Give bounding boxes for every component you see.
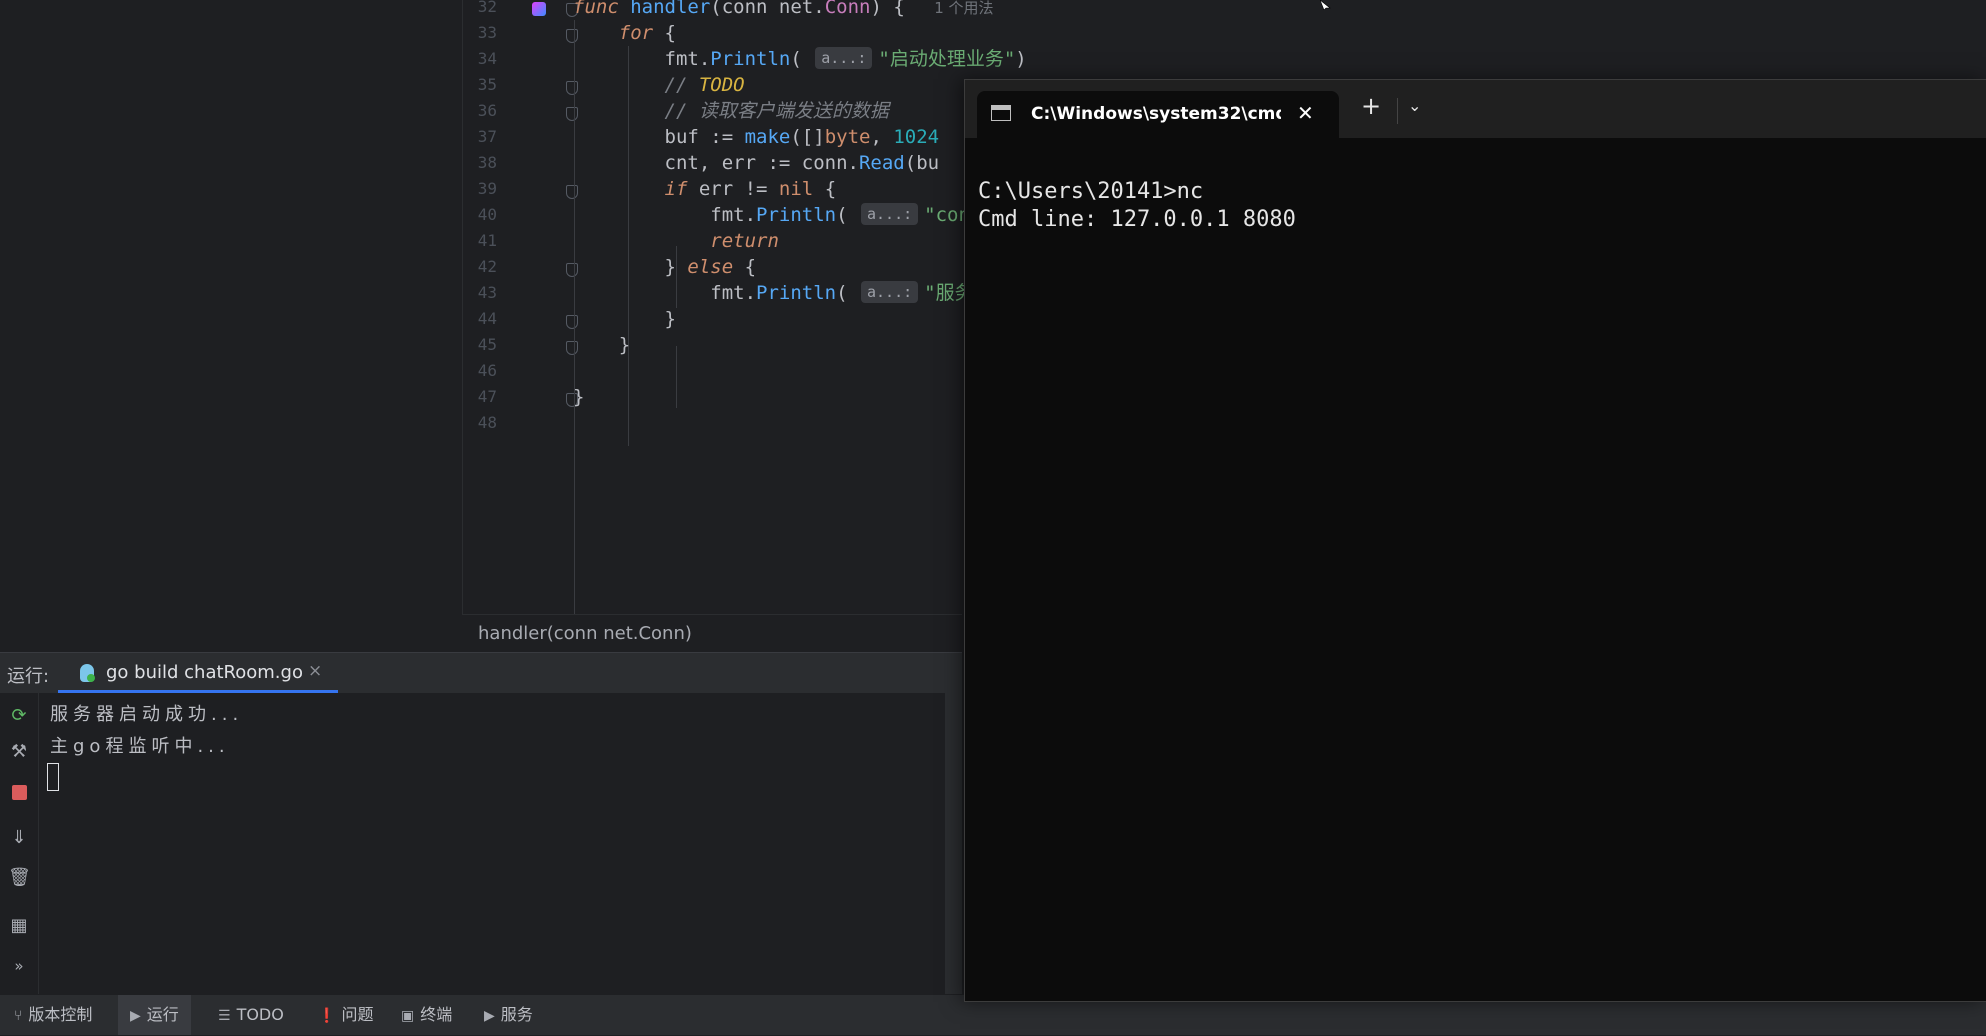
close-icon[interactable]: ✕ bbox=[1297, 101, 1314, 125]
console-line: 主go程监听中... bbox=[50, 736, 230, 757]
chevron-down-icon[interactable]: ⌄ bbox=[1408, 96, 1421, 115]
tool-problems[interactable]: ❗ 问题 bbox=[318, 995, 373, 1035]
cmd-icon bbox=[991, 105, 1011, 121]
scroll-to-end-icon[interactable]: ⇓ bbox=[8, 827, 30, 849]
terminal-output[interactable]: C:\Users\20141>nc Cmd line: 127.0.0.1 80… bbox=[978, 178, 1296, 234]
tool-services-label: 服务 bbox=[500, 1005, 533, 1024]
todo-icon: ☰ bbox=[218, 1008, 231, 1024]
panel-scrollbar[interactable] bbox=[945, 693, 962, 995]
run-toolbar: ⟳ ⚒ ⇓ 🗑 ▦ » bbox=[0, 693, 39, 995]
cmd-tab[interactable]: C:\Windows\system32\cmd.e: ✕ bbox=[977, 91, 1339, 138]
line-number: 41 bbox=[477, 231, 497, 250]
line-number: 42 bbox=[477, 257, 497, 276]
tool-terminal-label: 终端 bbox=[420, 1005, 453, 1024]
terminal-line: C:\Users\20141>nc bbox=[978, 179, 1204, 204]
run-panel: 运行: go build chatRoom.go × ⟳ ⚒ ⇓ 🗑 ▦ » 服… bbox=[0, 652, 962, 995]
run-panel-header: 运行: go build chatRoom.go × bbox=[0, 653, 962, 693]
layout-icon[interactable]: ▦ bbox=[8, 915, 30, 937]
project-area bbox=[0, 0, 462, 652]
line-number: 36 bbox=[477, 101, 497, 120]
gopher-icon bbox=[80, 664, 95, 682]
line-number: 48 bbox=[477, 413, 497, 432]
editor-gutter[interactable]: 32 33 34 35 36 37 38 39 40 41 42 43 44 45 46 47 48 bbox=[463, 0, 578, 652]
run-tab-label: go build chatRoom.go bbox=[106, 662, 303, 683]
wrench-icon[interactable]: ⚒ bbox=[8, 741, 30, 763]
code-line[interactable]: } bbox=[573, 329, 630, 362]
line-number: 47 bbox=[477, 387, 497, 406]
tool-vcs[interactable]: ⑂ 版本控制 bbox=[14, 995, 92, 1035]
input-caret[interactable] bbox=[47, 763, 59, 791]
line-number: 32 bbox=[477, 0, 497, 16]
line-number: 40 bbox=[477, 205, 497, 224]
more-icon[interactable]: » bbox=[8, 955, 30, 977]
mouse-cursor-icon bbox=[1320, 0, 1331, 10]
console-line: 服务器启动成功... bbox=[50, 704, 244, 725]
tool-todo-label: TODO bbox=[236, 1005, 284, 1024]
tool-run-label: 运行 bbox=[146, 1005, 179, 1024]
line-number: 45 bbox=[477, 335, 497, 354]
branch-icon: ⑂ bbox=[14, 1008, 23, 1024]
tool-terminal[interactable]: ▣ 终端 bbox=[401, 995, 452, 1035]
line-number: 37 bbox=[477, 127, 497, 146]
line-number: 35 bbox=[477, 75, 497, 94]
line-number: 34 bbox=[477, 49, 497, 68]
terminal-line: Cmd line: 127.0.0.1 8080 bbox=[978, 207, 1296, 232]
console-output[interactable]: 服务器启动成功... 主go程监听中... bbox=[50, 699, 243, 763]
run-panel-label: 运行: bbox=[7, 666, 50, 687]
line-number: 43 bbox=[477, 283, 497, 302]
run-icon: ▶ bbox=[130, 1008, 141, 1024]
services-icon: ▶ bbox=[484, 1008, 495, 1024]
run-config-tab[interactable]: go build chatRoom.go × bbox=[58, 653, 338, 693]
rerun-icon[interactable]: ⟳ bbox=[8, 705, 30, 727]
tool-todo[interactable]: ☰ TODO bbox=[218, 995, 284, 1035]
problems-icon: ❗ bbox=[318, 1008, 336, 1024]
titlebar-divider bbox=[1397, 98, 1398, 124]
cmd-window[interactable]: C:\Windows\system32\cmd.e: ✕ + ⌄ C:\User… bbox=[964, 79, 1986, 1002]
tool-run[interactable]: ▶ 运行 bbox=[118, 995, 191, 1035]
breadcrumb-bar: handler(conn net.Conn) bbox=[462, 614, 962, 653]
implementation-marker-icon[interactable] bbox=[532, 2, 546, 16]
new-tab-button[interactable]: + bbox=[1361, 92, 1381, 120]
stop-icon[interactable] bbox=[8, 781, 30, 803]
line-number: 46 bbox=[477, 361, 497, 380]
cmd-titlebar[interactable]: C:\Windows\system32\cmd.e: ✕ + ⌄ bbox=[965, 80, 1986, 138]
terminal-icon: ▣ bbox=[401, 1008, 415, 1024]
line-number: 44 bbox=[477, 309, 497, 328]
cmd-tab-title: C:\Windows\system32\cmd.e: bbox=[1031, 104, 1281, 124]
indent-guide bbox=[676, 346, 677, 408]
line-number: 38 bbox=[477, 153, 497, 172]
code-line[interactable]: } bbox=[573, 381, 584, 414]
close-icon[interactable]: × bbox=[308, 661, 322, 681]
tool-vcs-label: 版本控制 bbox=[28, 1005, 93, 1024]
tool-problems-label: 问题 bbox=[341, 1005, 374, 1024]
tool-services[interactable]: ▶ 服务 bbox=[484, 995, 533, 1035]
trash-icon[interactable]: 🗑 bbox=[8, 867, 31, 889]
line-number: 39 bbox=[477, 179, 497, 198]
breadcrumb[interactable]: handler(conn net.Conn) bbox=[478, 623, 692, 644]
line-number: 33 bbox=[477, 23, 497, 42]
